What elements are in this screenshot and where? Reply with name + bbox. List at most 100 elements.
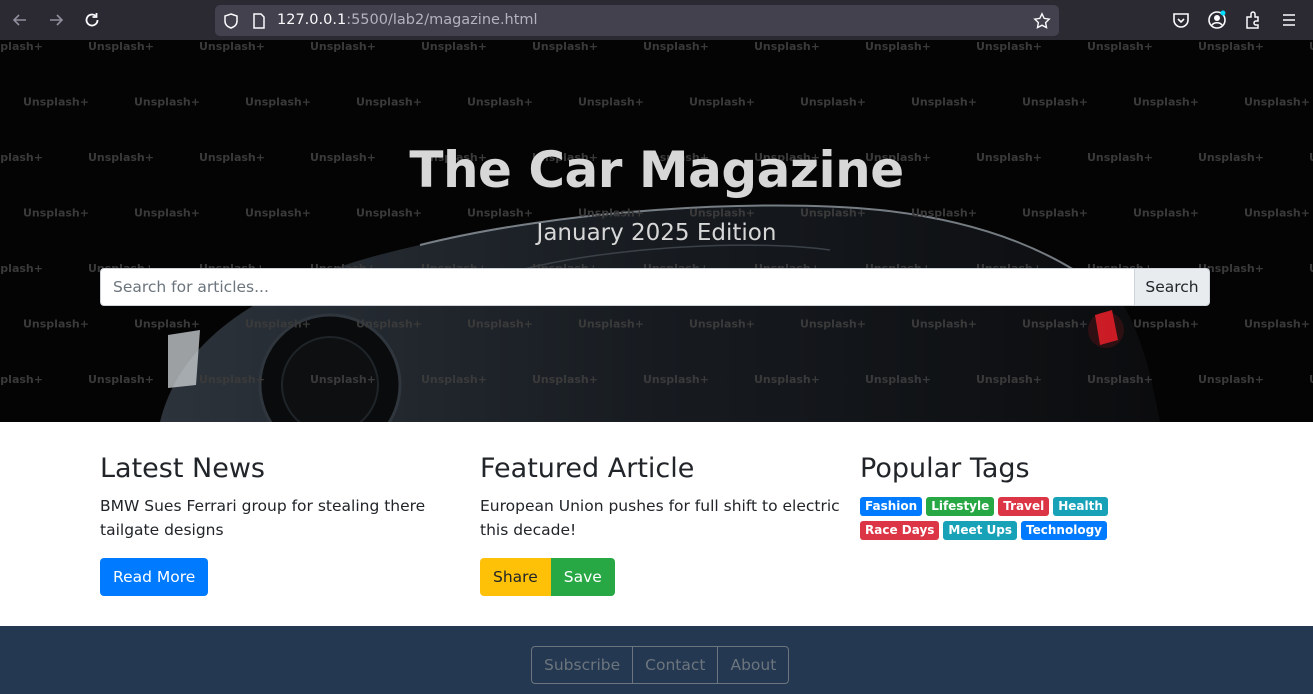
latest-news-section: Latest News BMW Sues Ferrari group for s… [100,452,460,596]
watermark-text: Unsplash+ [356,207,422,220]
watermark-text: Unsplash+ [1022,207,1088,220]
tag-badge[interactable]: Technology [1021,521,1107,540]
watermark-text: Unsplash+ [578,318,644,331]
watermark-text: Unsplash+ [199,373,265,386]
watermark-text: Unsplash+ [134,318,200,331]
watermark-text: Unsplash+ [911,318,977,331]
read-more-button[interactable]: Read More [100,558,209,596]
tag-badge[interactable]: Fashion [860,497,923,516]
latest-news-heading: Latest News [100,453,265,484]
shield-icon[interactable] [222,12,240,30]
watermark-text: Unsplash+ [754,373,820,386]
watermark-text: Unsplash+ [1022,96,1088,109]
pocket-icon[interactable] [1171,10,1191,30]
watermark-text: Unsplash+ [1244,207,1310,220]
watermark-text: Unsplash+ [356,96,422,109]
watermark-text: Unsplash+ [1022,318,1088,331]
watermark-text: Unsplash+ [643,40,709,53]
watermark-text: Unsplash+ [1133,207,1199,220]
forward-arrow-icon[interactable] [44,8,68,32]
watermark-text: Unsplash+ [88,373,154,386]
watermark-text: Unsplash+ [1309,262,1313,275]
tag-badge[interactable]: Travel [998,497,1050,516]
watermark-text: Unsplash+ [0,40,43,53]
watermark-text: Unsplash+ [88,40,154,53]
hero-banner: Unsplash+ Unsplash+ Unsplash+ Unsplash+ Unsp… [0,40,1313,422]
browser-toolbar: 127.0.0.1:5500/lab2/magazine.html [0,0,1313,40]
watermark-text: Unsplash+ [643,373,709,386]
watermark-text: Unsplash+ [1309,373,1313,386]
search-input[interactable] [100,268,1134,306]
watermark-text: Unsplash+ [134,96,200,109]
latest-news-text: BMW Sues Ferrari group for stealing ther… [100,497,426,539]
watermark-text: Unsplash+ [199,40,265,53]
watermark-text: Unsplash+ [23,96,89,109]
share-button[interactable]: Share [480,558,551,596]
featured-article-section: Featured Article European Union pushes f… [480,452,840,596]
watermark-text: Unsplash+ [911,207,977,220]
address-bar[interactable]: 127.0.0.1:5500/lab2/magazine.html [215,5,1059,36]
watermark-text: Unsplash+ [134,207,200,220]
url-path: :5500/lab2/magazine.html [346,12,538,28]
watermark-text: Unsplash+ [754,40,820,53]
watermark-text: Unsplash+ [421,40,487,53]
reload-icon[interactable] [80,8,104,32]
featured-article-heading: Featured Article [480,453,695,484]
watermark-text: Unsplash+ [467,96,533,109]
footer-button-group: Subscribe Contact About [531,646,790,684]
watermark-text: Unsplash+ [245,207,311,220]
watermark-text: Unsplash+ [689,96,755,109]
magazine-title: The Car Magazine [409,141,904,199]
watermark-text: Unsplash+ [0,373,43,386]
watermark-text: Unsplash+ [421,373,487,386]
watermark-text: Unsplash+ [1309,40,1313,53]
watermark-text: Unsplash+ [911,96,977,109]
watermark-text: Unsplash+ [356,318,422,331]
watermark-text: Unsplash+ [865,40,931,53]
contact-button[interactable]: Contact [632,646,719,684]
watermark-text: Unsplash+ [23,318,89,331]
featured-article-text: European Union pushes for full shift to … [480,497,840,539]
watermark-text: Unsplash+ [1198,373,1264,386]
watermark-text: Unsplash+ [467,318,533,331]
watermark-text: Unsplash+ [245,318,311,331]
watermark-text: Unsplash+ [245,96,311,109]
watermark-text: Unsplash+ [865,373,931,386]
watermark-text: Unsplash+ [0,262,43,275]
watermark-text: Unsplash+ [532,373,598,386]
watermark-text: Unsplash+ [1087,373,1153,386]
watermark-text: Unsplash+ [800,207,866,220]
watermark-text: Unsplash+ [310,40,376,53]
save-button[interactable]: Save [550,558,615,596]
tag-badge[interactable]: Lifestyle [926,497,995,516]
watermark-text: Unsplash+ [310,373,376,386]
tag-badge[interactable]: Health [1053,497,1108,516]
watermark-text: Unsplash+ [976,40,1042,53]
watermark-text: Unsplash+ [800,96,866,109]
watermark-text: Unsplash+ [23,207,89,220]
watermark-text: Unsplash+ [467,207,533,220]
popular-tags-heading: Popular Tags [860,453,1030,484]
account-icon[interactable] [1207,10,1227,30]
watermark-text: Unsplash+ [1244,318,1310,331]
watermark-text: Unsplash+ [689,318,755,331]
tag-badge[interactable]: Race Days [860,521,940,540]
search-button[interactable]: Search [1134,268,1210,306]
watermark-text: Unsplash+ [976,373,1042,386]
footer: Subscribe Contact About [0,626,1313,694]
menu-icon[interactable] [1279,10,1299,30]
watermark-text: Unsplash+ [1198,40,1264,53]
edition-subtitle: January 2025 Edition [536,220,777,246]
subscribe-button[interactable]: Subscribe [531,646,634,684]
url-text[interactable]: 127.0.0.1:5500/lab2/magazine.html [277,12,538,28]
extensions-icon[interactable] [1243,10,1263,30]
bookmark-star-icon[interactable] [1033,12,1051,30]
about-button[interactable]: About [717,646,790,684]
tag-badge[interactable]: Meet Ups [943,521,1018,540]
watermark-text: Unsplash+ [1244,96,1310,109]
back-arrow-icon[interactable] [8,8,32,32]
url-host: 127.0.0.1 [277,12,347,28]
watermark-text: Unsplash+ [800,318,866,331]
watermark-text: Unsplash+ [578,207,644,220]
watermark-text: Unsplash+ [532,40,598,53]
